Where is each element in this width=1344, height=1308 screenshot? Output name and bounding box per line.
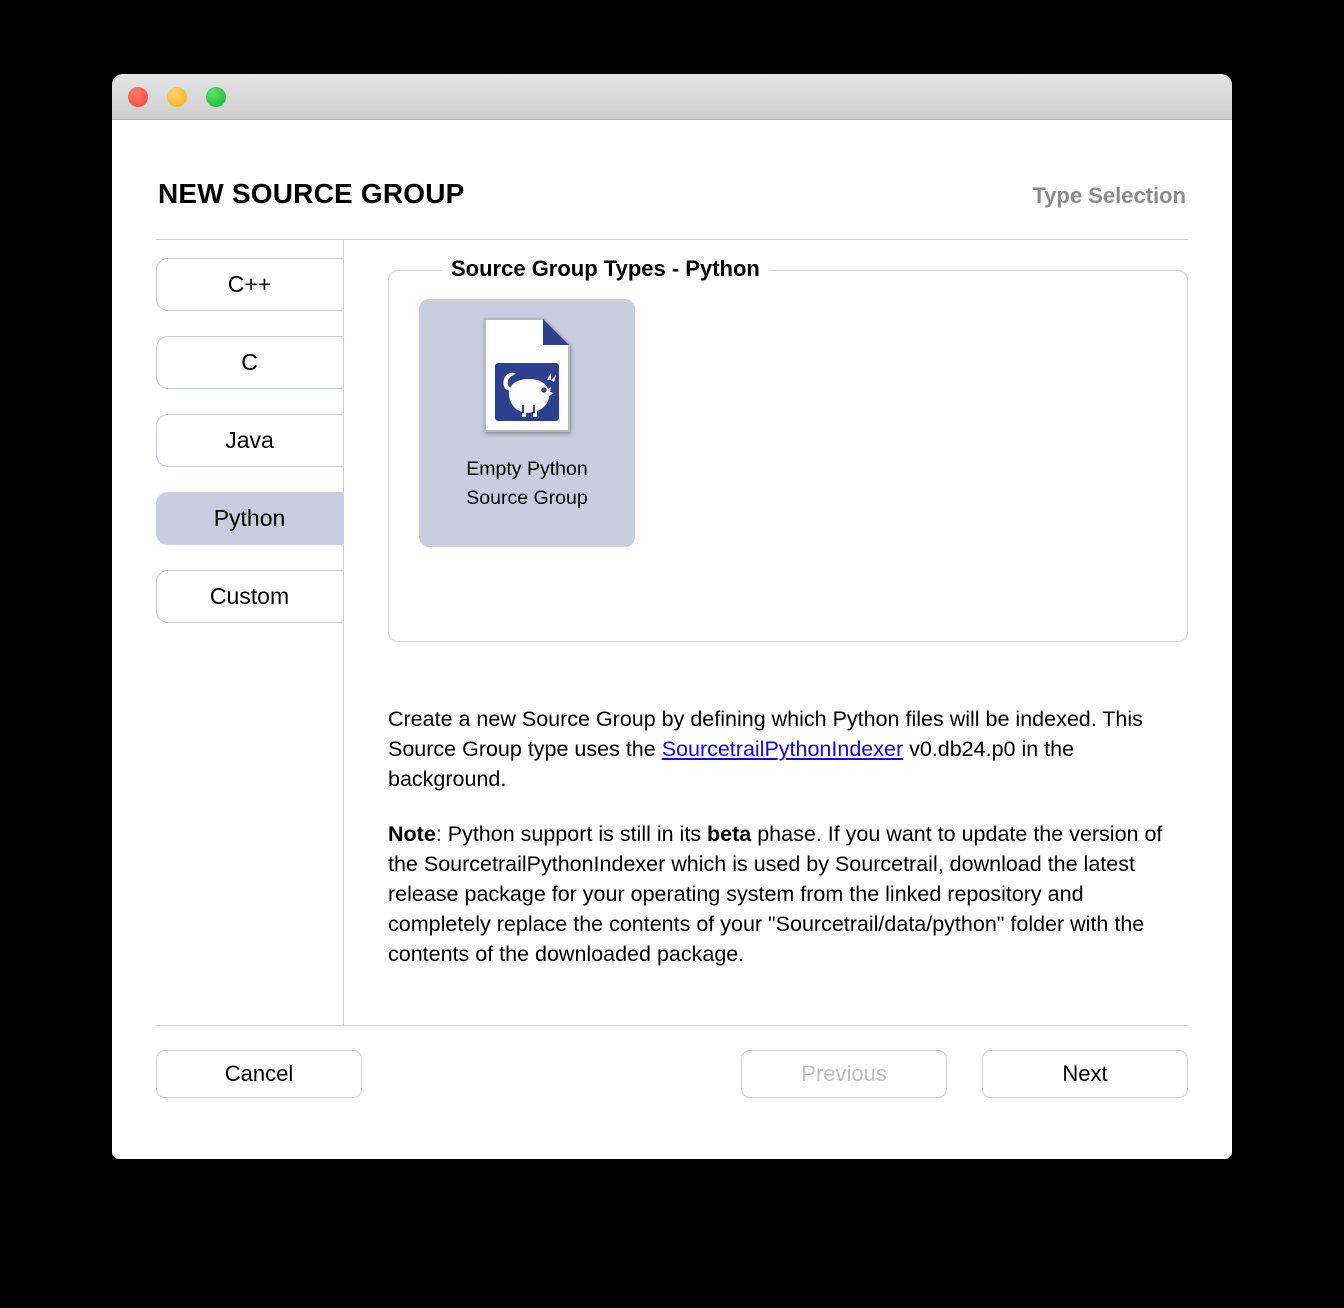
screen-root: NEW SOURCE GROUP Type Selection C++ C Ja… [0, 0, 1344, 1308]
description-paragraph-1: Create a new Source Group by defining wh… [388, 704, 1180, 794]
close-icon[interactable] [128, 86, 148, 107]
sourcetrail-python-indexer-link[interactable]: SourcetrailPythonIndexer [662, 737, 903, 761]
minimize-icon[interactable] [167, 86, 187, 107]
sidebar-item-java[interactable]: Java [156, 414, 343, 467]
zoom-icon[interactable] [206, 86, 226, 107]
cancel-button[interactable]: Cancel [156, 1050, 362, 1098]
sidebar-item-custom[interactable]: Custom [156, 570, 343, 623]
source-group-types-groupbox: Source Group Types - Python Empty Python… [388, 256, 1188, 642]
tile-label-line1: Empty Python [466, 458, 588, 480]
dialog-content: C++ C Java Python Custom Source Group Ty… [112, 240, 1232, 1025]
wizard-step-label: Type Selection [1032, 183, 1186, 208]
source-group-type-tile-empty-python[interactable]: Empty Python Source Group [419, 299, 635, 547]
dialog-footer: Cancel Previous Next [112, 1026, 1232, 1098]
dialog-body: NEW SOURCE GROUP Type Selection C++ C Ja… [112, 120, 1232, 1159]
sidebar-divider [343, 240, 344, 1025]
tile-label-line2: Source Group [466, 487, 588, 509]
sidebar-item-python[interactable]: Python [156, 492, 343, 545]
new-source-group-window: NEW SOURCE GROUP Type Selection C++ C Ja… [112, 74, 1232, 1159]
note-label: Note [388, 822, 436, 846]
dialog-header: NEW SOURCE GROUP Type Selection [112, 120, 1232, 210]
groupbox-title: Source Group Types - Python [442, 256, 769, 282]
previous-button[interactable]: Previous [741, 1050, 947, 1098]
note-emphasis-beta: beta [707, 822, 752, 846]
next-button[interactable]: Next [982, 1050, 1188, 1098]
sidebar-item-cpp[interactable]: C++ [156, 258, 343, 311]
type-selection-panel: Source Group Types - Python Empty Python… [343, 240, 1188, 1025]
note-text-part1: : Python support is still in its [435, 822, 708, 846]
traffic-light-group [128, 86, 226, 107]
python-source-file-icon [484, 318, 570, 432]
language-sidebar: C++ C Java Python Custom [156, 240, 343, 1025]
description-paragraph-2-note: Note: Python support is still in its bet… [388, 819, 1180, 969]
window-titlebar [112, 74, 1232, 120]
page-title: NEW SOURCE GROUP [158, 178, 465, 209]
type-description: Create a new Source Group by defining wh… [388, 704, 1188, 969]
sidebar-item-c[interactable]: C [156, 336, 343, 389]
tile-label: Empty Python Source Group [466, 455, 587, 513]
